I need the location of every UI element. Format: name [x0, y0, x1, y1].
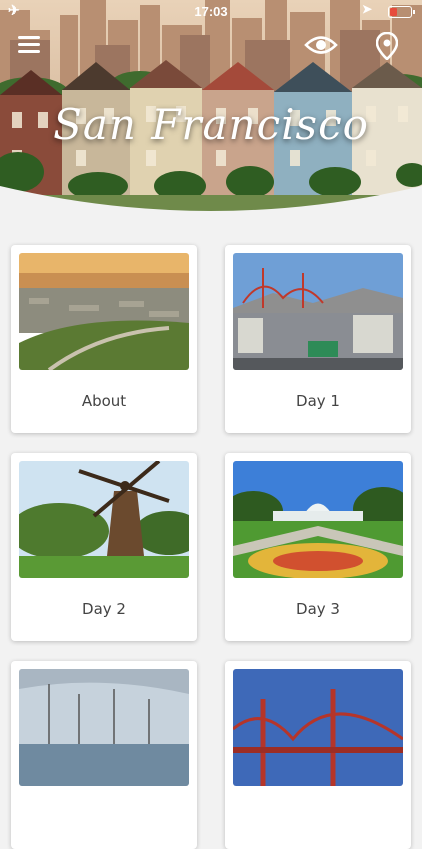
eye-icon[interactable] [304, 34, 338, 56]
card-label: Day 2 [82, 600, 126, 618]
location-pin-icon[interactable] [376, 32, 398, 60]
day-1-card[interactable]: Day 1 [225, 245, 411, 433]
card-label: About [81, 392, 127, 410]
status-time: 17:03 [194, 4, 228, 19]
day-2-thumbnail [19, 461, 189, 578]
location-arrow-icon: ➤ [361, 2, 372, 16]
hero-header: ✈ 17:03 ➤ San Francisco [0, 0, 422, 230]
day-1-thumbnail [233, 253, 403, 370]
about-thumbnail [19, 253, 189, 370]
city-title: San Francisco [53, 100, 369, 149]
menu-icon[interactable] [18, 36, 40, 54]
day-4-card[interactable] [11, 661, 197, 849]
day-3-thumbnail [233, 461, 403, 578]
day-4-thumbnail [19, 669, 189, 786]
battery-icon [388, 6, 415, 18]
day-3-card[interactable]: Day 3 [225, 453, 411, 641]
day-5-thumbnail [233, 669, 403, 786]
card-label: Day 3 [296, 600, 340, 618]
day-5-card[interactable] [225, 661, 411, 849]
day-2-card[interactable]: Day 2 [11, 453, 197, 641]
about-card[interactable]: About [11, 245, 197, 433]
status-bar: ✈ 17:03 ➤ [0, 0, 422, 22]
card-label: Day 1 [296, 392, 340, 410]
